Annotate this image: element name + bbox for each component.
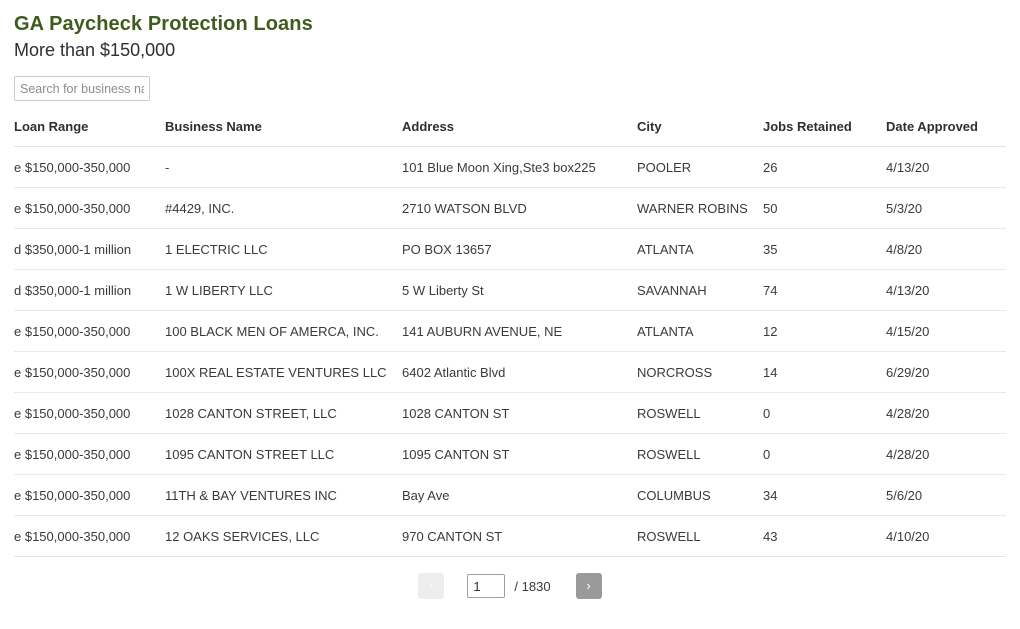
cell-loan-range: e $150,000-350,000 — [14, 392, 165, 434]
cell-address: 101 Blue Moon Xing,Ste3 box225 — [402, 146, 637, 188]
cell-city: NORCROSS — [637, 351, 763, 393]
cell-city: ROSWELL — [637, 433, 763, 475]
total-pages-label: / 1830 — [514, 578, 551, 594]
cell-loan-range: e $150,000-350,000 — [14, 187, 165, 229]
cell-address: 5 W Liberty St — [402, 269, 637, 311]
cell-jobs-retained: 0 — [763, 392, 886, 434]
column-header-loan-range[interactable]: Loan Range — [14, 119, 165, 147]
cell-business-name: - — [165, 146, 402, 188]
cell-address: 6402 Atlantic Blvd — [402, 351, 637, 393]
table-header: Loan Range Business Name Address City Jo… — [14, 119, 1006, 147]
cell-business-name: 1095 CANTON STREET LLC — [165, 433, 402, 475]
table-row: e $150,000-350,000 11TH & BAY VENTURES IN… — [14, 474, 1006, 516]
cell-jobs-retained: 26 — [763, 146, 886, 188]
cell-city: SAVANNAH — [637, 269, 763, 311]
cell-city: POOLER — [637, 146, 763, 188]
page-title: GA Paycheck Protection Loans — [14, 13, 313, 35]
column-header-jobs-retained[interactable]: Jobs Retained — [763, 119, 886, 147]
cell-jobs-retained: 0 — [763, 433, 886, 475]
page-subtitle: More than $150,000 — [14, 40, 176, 60]
pagination: ‹ / 1830 › — [0, 571, 1020, 601]
cell-jobs-retained: 74 — [763, 269, 886, 311]
table-row: d $350,000-1 million 1 ELECTRIC LLC PO BOX… — [14, 228, 1006, 270]
next-page-button[interactable]: › — [575, 573, 602, 599]
cell-date-approved: 4/28/20 — [886, 433, 1006, 475]
cell-business-name: 12 OAKS SERVICES, LLC — [165, 515, 402, 557]
table-row: e $150,000-350,000-101 Blue Moon Xing,St… — [14, 146, 1006, 188]
cell-loan-range: e $150,000-350,000 — [14, 351, 165, 393]
table-row: e $150,000-350,000 100 BLACK MEN OF AMERC… — [14, 310, 1006, 352]
table-row: e $150,000-350,000 #4429, INC. 2710 WATSON… — [14, 187, 1006, 229]
cell-date-approved: 5/3/20 — [886, 187, 1006, 229]
cell-jobs-retained: 43 — [763, 515, 886, 557]
page-number-input[interactable] — [467, 574, 506, 598]
cell-date-approved: 4/13/20 — [886, 269, 1006, 311]
cell-loan-range: d $350,000-1 million — [14, 228, 165, 270]
cell-jobs-retained: 34 — [763, 474, 886, 516]
cell-date-approved: 4/10/20 — [886, 515, 1006, 557]
cell-date-approved: 4/8/20 — [886, 228, 1006, 270]
cell-city: ROSWELL — [637, 515, 763, 557]
table-body: e $150,000-350,000-101 Blue Moon Xing,St… — [14, 146, 1006, 557]
search-row — [0, 62, 1020, 101]
column-header-business-name[interactable]: Business Name — [165, 119, 402, 147]
cell-business-name: 1 W LIBERTY LLC — [165, 269, 402, 311]
cell-jobs-retained: 12 — [763, 310, 886, 352]
cell-business-name: 100X REAL ESTATE VENTURES LLC — [165, 351, 402, 393]
cell-jobs-retained: 50 — [763, 187, 886, 229]
column-header-city[interactable]: City — [637, 119, 763, 147]
page-root: GA Paycheck Protection Loans More than $… — [0, 0, 1020, 629]
table-row: e $150,000-350,000 100X REAL ESTATE VENTU… — [14, 351, 1006, 393]
cell-city: ATLANTA — [637, 228, 763, 270]
cell-jobs-retained: 35 — [763, 228, 886, 270]
search-input[interactable] — [14, 76, 150, 101]
cell-business-name: #4429, INC. — [165, 187, 402, 229]
cell-address: PO BOX 13657 — [402, 228, 637, 270]
table-row: d $350,000-1 million 1 W LIBERTY LLC 5 W L… — [14, 269, 1006, 311]
cell-business-name: 100 BLACK MEN OF AMERCA, INC. — [165, 310, 402, 352]
table-header-row: Loan Range Business Name Address City Jo… — [14, 119, 1006, 147]
cell-loan-range: e $150,000-350,000 — [14, 310, 165, 352]
column-header-address[interactable]: Address — [402, 119, 637, 147]
header: GA Paycheck Protection Loans More than $… — [0, 0, 1020, 62]
cell-date-approved: 4/15/20 — [886, 310, 1006, 352]
cell-loan-range: d $350,000-1 million — [14, 269, 165, 311]
cell-business-name: 1 ELECTRIC LLC — [165, 228, 402, 270]
cell-loan-range: e $150,000-350,000 — [14, 146, 165, 188]
table-row: e $150,000-350,000 12 OAKS SERVICES, LLC 9… — [14, 515, 1006, 557]
cell-city: COLUMBUS — [637, 474, 763, 516]
cell-loan-range: e $150,000-350,000 — [14, 515, 165, 557]
cell-address: 970 CANTON ST — [402, 515, 637, 557]
cell-city: ROSWELL — [637, 392, 763, 434]
cell-city: ATLANTA — [637, 310, 763, 352]
loans-table-container: Loan Range Business Name Address City Jo… — [0, 119, 1020, 557]
cell-business-name: 11TH & BAY VENTURES INC — [165, 474, 402, 516]
cell-business-name: 1028 CANTON STREET, LLC — [165, 392, 402, 434]
cell-jobs-retained: 14 — [763, 351, 886, 393]
cell-loan-range: e $150,000-350,000 — [14, 474, 165, 516]
cell-address: 2710 WATSON BLVD — [402, 187, 637, 229]
cell-date-approved: 5/6/20 — [886, 474, 1006, 516]
cell-address: 1095 CANTON ST — [402, 433, 637, 475]
cell-date-approved: 4/13/20 — [886, 146, 1006, 188]
previous-page-button[interactable]: ‹ — [418, 573, 445, 599]
cell-address: 141 AUBURN AVENUE, NE — [402, 310, 637, 352]
cell-date-approved: 4/28/20 — [886, 392, 1006, 434]
table-row: e $150,000-350,000 1095 CANTON STREET LLC… — [14, 433, 1006, 475]
cell-date-approved: 6/29/20 — [886, 351, 1006, 393]
table-row: e $150,000-350,000 1028 CANTON STREET, LL… — [14, 392, 1006, 434]
cell-city: WARNER ROBINS — [637, 187, 763, 229]
loans-table: Loan Range Business Name Address City Jo… — [14, 119, 1006, 557]
cell-loan-range: e $150,000-350,000 — [14, 433, 165, 475]
cell-address: 1028 CANTON ST — [402, 392, 637, 434]
column-header-date-approved[interactable]: Date Approved — [886, 119, 1006, 147]
cell-address: Bay Ave — [402, 474, 637, 516]
